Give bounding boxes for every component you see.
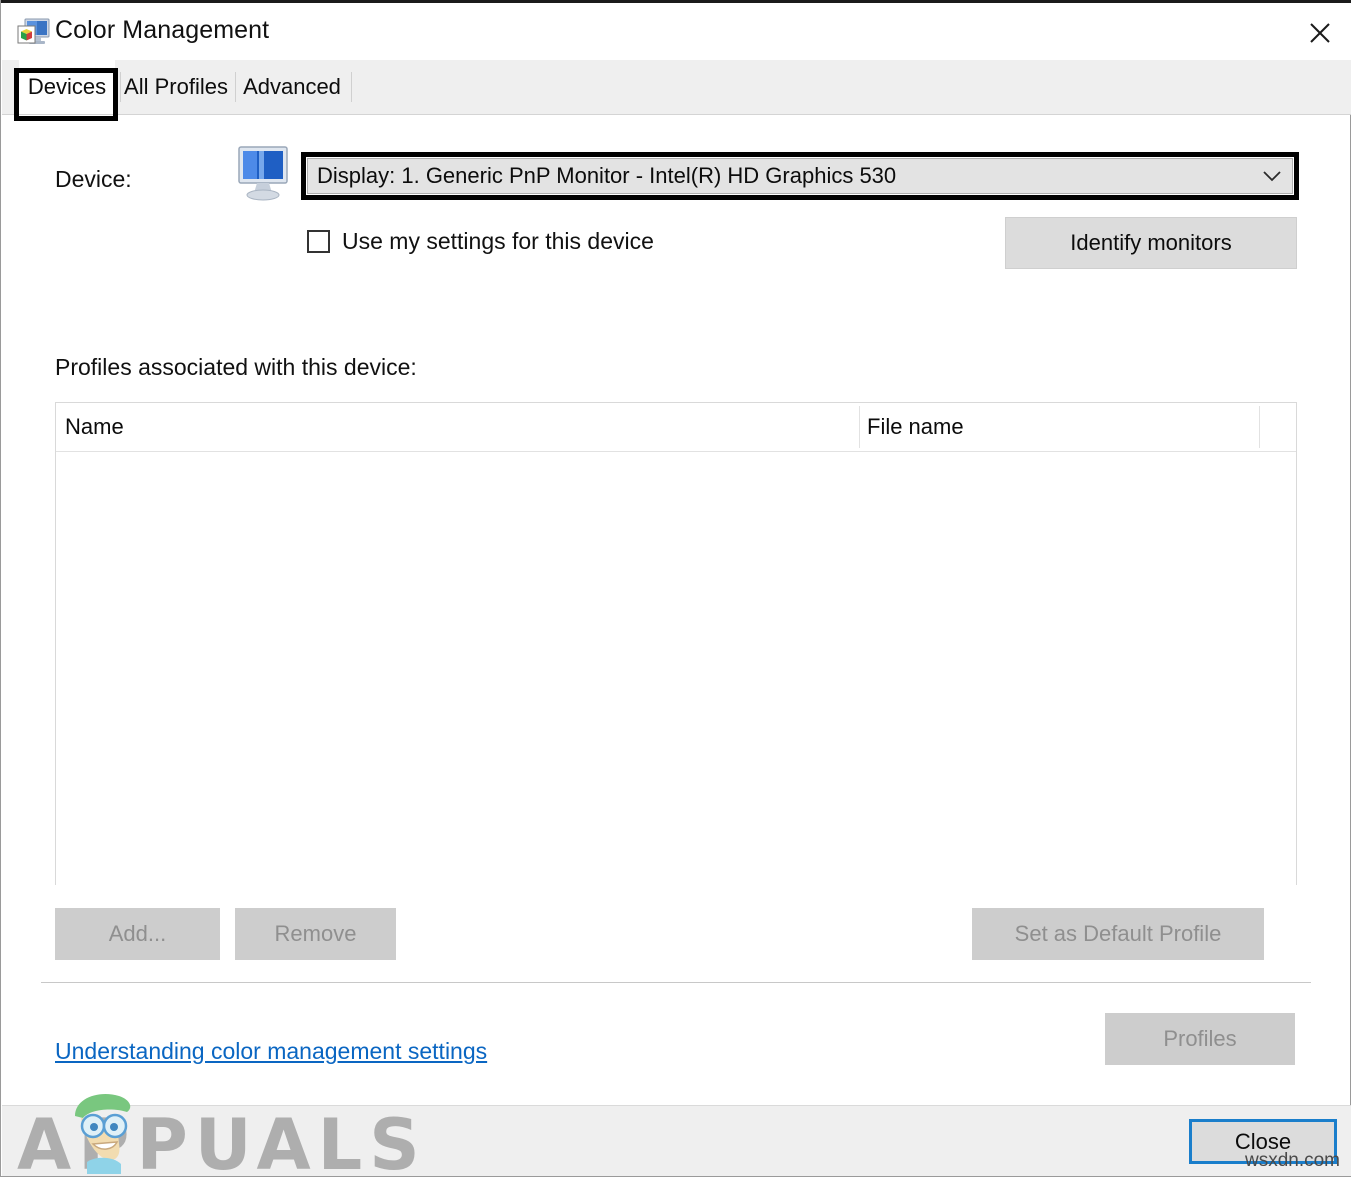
remove-profile-label: Remove [274, 921, 357, 946]
profiles-button[interactable]: Profiles [1105, 1013, 1295, 1065]
title-bar: Color Management [1, 0, 1351, 60]
column-divider[interactable] [1259, 406, 1260, 448]
column-header-file-name[interactable]: File name [867, 414, 964, 440]
monitor-icon [233, 143, 295, 205]
device-dropdown-value: Display: 1. Generic PnP Monitor - Intel(… [317, 163, 897, 188]
tab-advanced[interactable]: Advanced [236, 60, 348, 114]
device-label: Device: [55, 166, 132, 192]
tab-all-profiles-label: All Profiles [124, 74, 228, 99]
chevron-down-icon [1262, 166, 1282, 186]
remove-profile-button[interactable]: Remove [235, 908, 396, 960]
profiles-list[interactable]: Name File name [55, 402, 1297, 885]
device-dropdown[interactable]: Display: 1. Generic PnP Monitor - Intel(… [307, 158, 1293, 194]
column-header-name[interactable]: Name [65, 414, 124, 440]
tab-divider [351, 72, 352, 102]
profiles-list-body[interactable] [56, 452, 1296, 885]
add-profile-label: Add... [108, 921, 167, 946]
close-button[interactable]: Close [1189, 1119, 1337, 1164]
set-as-default-profile-label: Set as Default Profile [1014, 921, 1222, 946]
window-title: Color Management [55, 16, 270, 44]
tab-strip: Devices All Profiles Advanced [2, 60, 1351, 115]
checkbox-box [307, 230, 330, 253]
tab-devices-label: Devices [27, 73, 107, 99]
use-my-settings-checkbox[interactable]: Use my settings for this device [307, 228, 654, 255]
profiles-button-label: Profiles [1163, 1026, 1237, 1051]
close-button-label: Close [1234, 1128, 1292, 1154]
footer-separator [41, 982, 1311, 983]
profiles-associated-label: Profiles associated with this device: [55, 354, 417, 380]
color-management-window: Color Management Devices All Profiles Ad… [0, 0, 1351, 1186]
tab-devices[interactable]: Devices [19, 60, 115, 114]
color-management-icon [17, 17, 51, 49]
identify-monitors-label: Identify monitors [1070, 230, 1232, 255]
profiles-list-header: Name File name [56, 403, 1296, 452]
tab-advanced-label: Advanced [243, 74, 341, 99]
tab-all-profiles[interactable]: All Profiles [121, 60, 231, 114]
identify-monitors-button[interactable]: Identify monitors [1005, 217, 1297, 269]
understanding-color-management-link[interactable]: Understanding color management settings [55, 1038, 487, 1065]
use-my-settings-label: Use my settings for this device [342, 228, 654, 254]
dialog-footer: Close [2, 1105, 1351, 1176]
set-as-default-profile-button[interactable]: Set as Default Profile [972, 908, 1264, 960]
column-divider[interactable] [859, 406, 860, 448]
close-icon[interactable] [1288, 6, 1351, 60]
add-profile-button[interactable]: Add... [55, 908, 220, 960]
